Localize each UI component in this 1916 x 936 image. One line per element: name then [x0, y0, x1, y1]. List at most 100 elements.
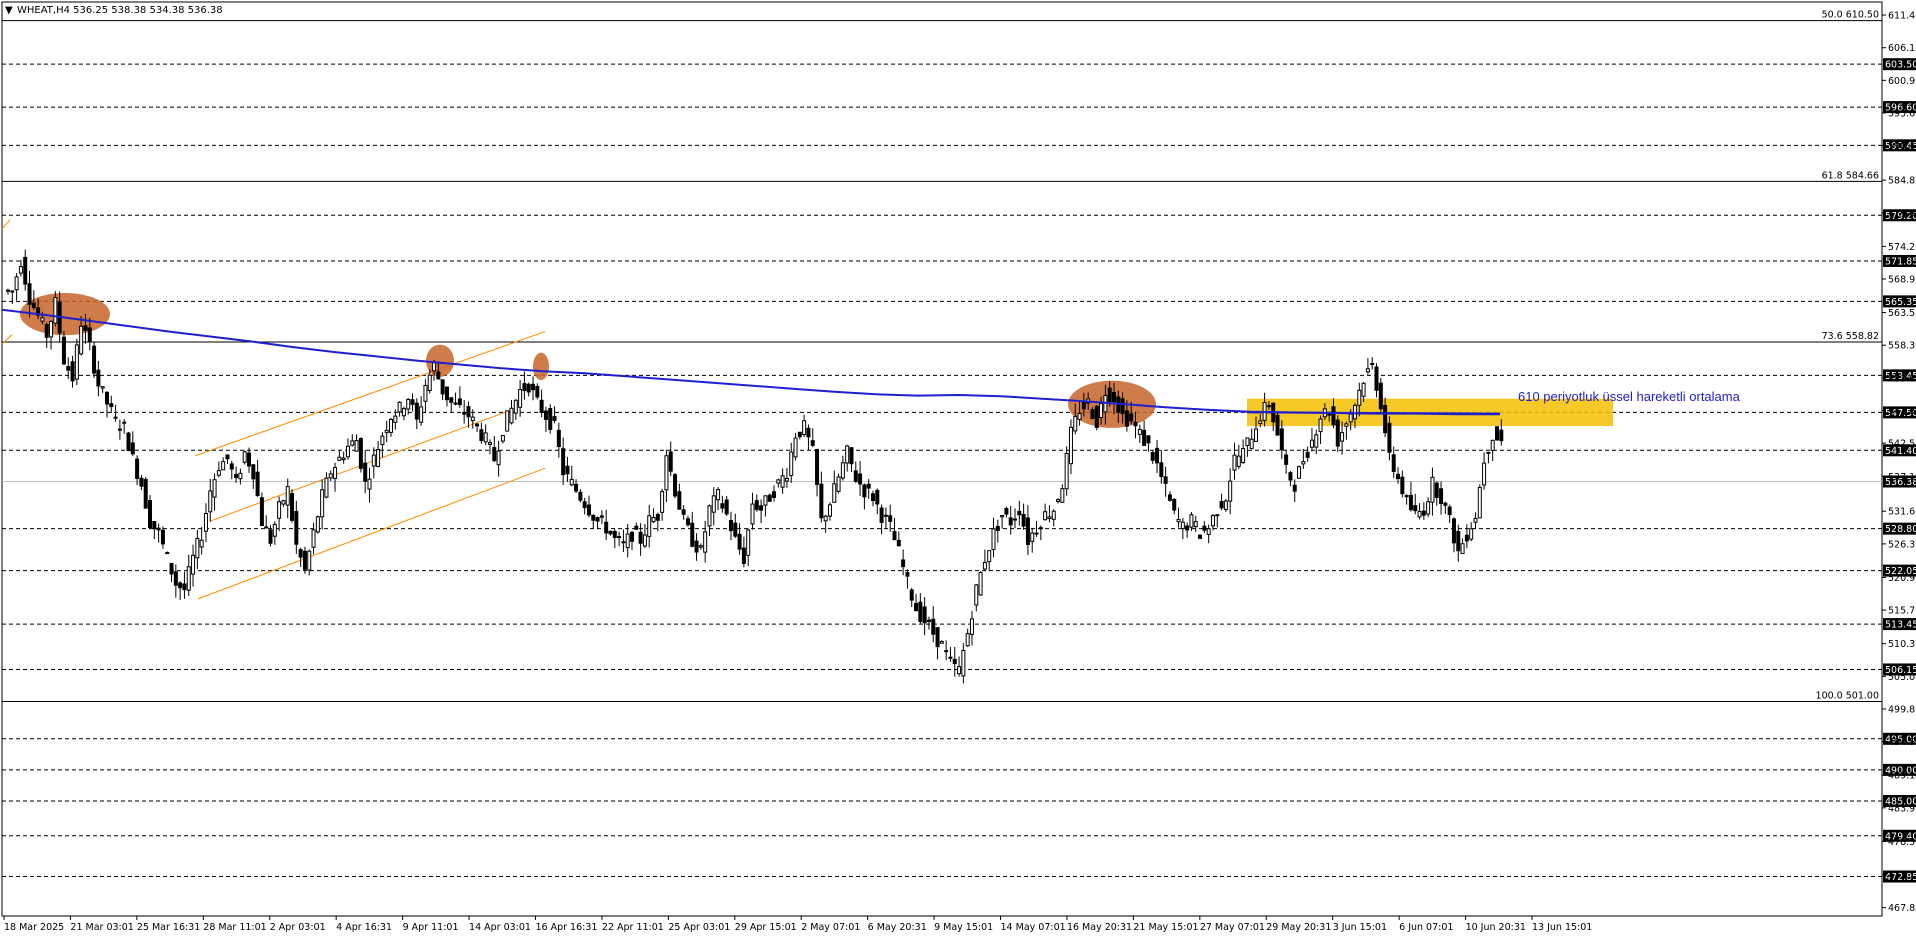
candle-body: [1064, 452, 1069, 490]
candle-body: [1004, 508, 1009, 515]
chart-dropdown-icon[interactable]: ▼: [5, 5, 13, 16]
y-tick-label: 547.80: [1888, 406, 1916, 417]
y-tick-label: 494.55: [1888, 737, 1916, 748]
y-tick-label: 568.95: [1888, 274, 1916, 285]
candle-body: [651, 517, 656, 523]
candle-body: [1051, 510, 1056, 520]
candle-body: [608, 530, 613, 535]
candle-body: [208, 490, 213, 513]
candle-body: [896, 539, 901, 547]
candle-body: [281, 500, 286, 505]
ema-touch-mark: [533, 352, 549, 381]
x-tick-label: 6 May 20:31: [868, 922, 927, 933]
candle-body: [160, 529, 165, 545]
candle-body: [1150, 452, 1155, 461]
candle-body: [126, 432, 131, 452]
candle-body: [630, 531, 635, 542]
x-tick-label: 29 Apr 15:01: [735, 922, 797, 933]
candle-body: [1460, 543, 1465, 555]
candle-body: [1301, 461, 1306, 465]
candle-body: [49, 320, 54, 338]
candle-body: [1456, 530, 1461, 552]
candle-body: [31, 302, 36, 309]
candle-body: [957, 666, 962, 675]
candle-body: [268, 529, 273, 544]
x-tick-label: 2 May 07:01: [801, 922, 860, 933]
candle-body: [1206, 528, 1211, 535]
candle-body: [333, 467, 338, 479]
candle-body: [995, 525, 1000, 531]
x-tick-label: 16 Apr 16:31: [535, 922, 597, 933]
y-tick-label: 574.20: [1888, 242, 1916, 253]
candle-body: [1000, 515, 1005, 518]
candle-body: [1159, 462, 1164, 478]
candle-body: [922, 606, 927, 624]
candle-body: [1258, 420, 1263, 425]
candle-body: [720, 503, 725, 509]
candle-body: [345, 445, 350, 458]
candle-body: [1223, 500, 1228, 510]
candle-body: [866, 483, 871, 489]
candle-body: [561, 448, 566, 476]
candle-body: [836, 476, 841, 492]
candle-body: [1081, 401, 1086, 410]
candle-body: [320, 489, 325, 518]
y-tick-label: 483.90: [1888, 803, 1916, 814]
candle-body: [1434, 482, 1439, 498]
candle-body: [298, 549, 303, 558]
candle-body: [827, 504, 832, 517]
candle-body: [1210, 515, 1215, 527]
candle-body: [711, 495, 716, 513]
candle-body: [1111, 392, 1116, 403]
y-tick-label: 600.90: [1888, 76, 1916, 87]
candle-body: [259, 497, 264, 526]
candle-body: [496, 450, 501, 466]
candle-body: [548, 407, 553, 430]
candle-body: [440, 379, 445, 395]
candle-body: [982, 561, 987, 570]
candle-body: [419, 406, 424, 423]
candle-body: [591, 514, 596, 521]
time-axis: 18 Mar 2025 21 Mar 03:01 25 Mar 16:31 28 Ma…: [3, 916, 1592, 933]
candle-body: [879, 507, 884, 523]
candle-body: [948, 656, 953, 659]
candle-body: [350, 440, 355, 446]
candle-body: [1284, 454, 1289, 465]
candle-body: [483, 432, 488, 443]
candle-body: [432, 362, 437, 372]
candle-body: [1193, 521, 1198, 528]
candle-body: [776, 479, 781, 484]
candle-body: [195, 537, 200, 559]
candle-body: [70, 361, 75, 382]
y-tick-label: 590.40: [1888, 141, 1916, 152]
candle-body: [324, 477, 329, 498]
candle-body: [789, 451, 794, 476]
candle-body: [1352, 404, 1357, 420]
y-tick-label: 553.05: [1888, 373, 1916, 384]
candle-body: [793, 437, 798, 458]
candle-body: [337, 456, 342, 461]
x-tick-label: 25 Mar 16:31: [137, 922, 200, 933]
candle-body: [810, 440, 815, 446]
candle-body: [1202, 525, 1207, 531]
candle-body: [1021, 513, 1026, 527]
candle-body: [1094, 405, 1099, 428]
candle-body: [505, 410, 510, 432]
candle-body: [423, 384, 428, 402]
candle-body: [414, 402, 419, 420]
candle-body: [586, 504, 591, 516]
candle-body: [307, 550, 312, 571]
candle-body: [1482, 462, 1487, 486]
price-chart[interactable]: ▼ WHEAT,H4 536.25 538.38 534.38 536.38 5…: [0, 0, 1916, 936]
candle-body: [1309, 439, 1314, 448]
candle-body: [513, 399, 518, 414]
candle-body: [815, 449, 820, 485]
candle-body: [1254, 428, 1259, 442]
candle-body: [397, 401, 402, 413]
candle-body: [1155, 447, 1160, 464]
candle-body: [746, 529, 751, 556]
candle-body: [87, 327, 92, 342]
candle-body: [444, 386, 449, 401]
candle-body: [1137, 428, 1142, 435]
level-price-label: 528.80: [1885, 524, 1916, 535]
